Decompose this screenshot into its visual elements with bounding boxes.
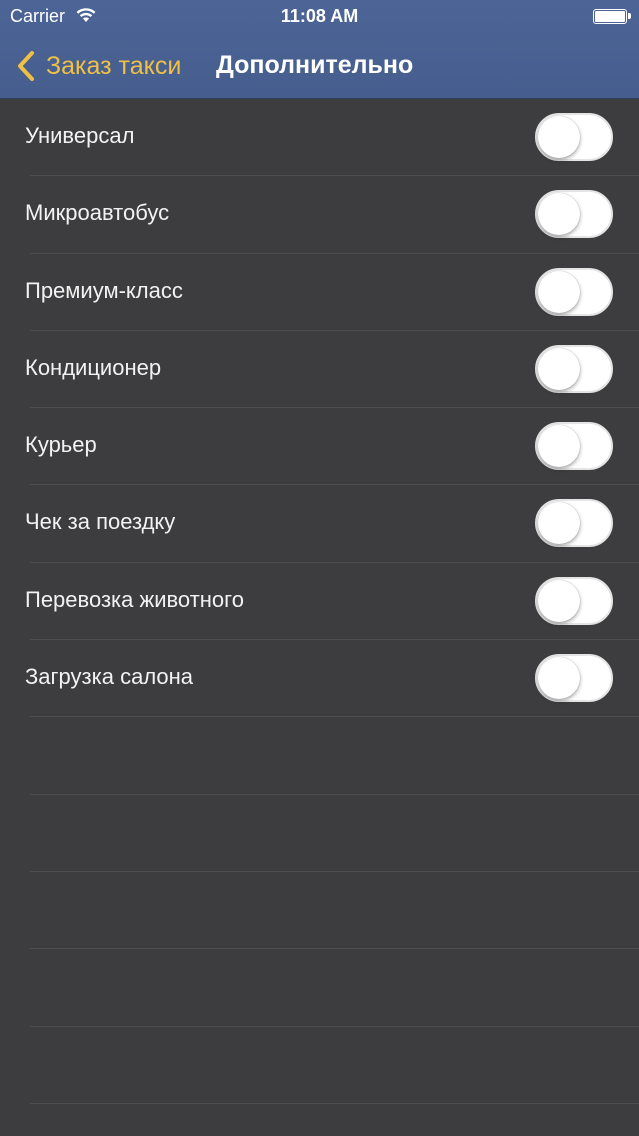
clock: 11:08 AM bbox=[280, 6, 359, 26]
option-label: Загрузка салона bbox=[25, 664, 194, 690]
options-list: Универсал Микроавтобус Премиум-класс Кон… bbox=[0, 99, 639, 1105]
empty-row bbox=[0, 949, 639, 1027]
nav-bar: Заказ такси Дополнительно bbox=[0, 34, 639, 98]
option-label: Чек за поездку bbox=[25, 509, 176, 535]
option-label: Микроавтобус bbox=[25, 200, 170, 226]
toggle-knob bbox=[538, 270, 580, 313]
header: Carrier 11:08 AM Заказ такси Дополнитель… bbox=[0, 0, 639, 99]
list-item-minibus: Микроавтобус bbox=[0, 176, 639, 254]
battery-icon bbox=[593, 9, 631, 24]
empty-row bbox=[0, 717, 639, 795]
option-label: Кондиционер bbox=[25, 354, 162, 380]
page-title: Дополнительно bbox=[216, 51, 414, 79]
list-item-cabin-loading: Загрузка салона bbox=[0, 640, 639, 718]
toggle-knob bbox=[538, 347, 580, 390]
toggle-knob bbox=[538, 425, 580, 468]
option-label: Перевозка животного bbox=[25, 586, 244, 612]
option-label: Универсал bbox=[25, 123, 135, 148]
list-item-pet-transport: Перевозка животного bbox=[0, 563, 639, 641]
back-button-label: Заказ такси bbox=[46, 51, 182, 80]
list-item-air-conditioner: Кондиционер bbox=[0, 331, 639, 409]
list-item-premium: Премиум-класс bbox=[0, 254, 639, 332]
pet-transport-toggle[interactable] bbox=[535, 576, 613, 625]
list-item-courier: Курьер bbox=[0, 408, 639, 486]
cabin-loading-toggle[interactable] bbox=[535, 654, 613, 703]
air-conditioner-toggle[interactable] bbox=[535, 344, 613, 393]
back-button[interactable]: Заказ такси bbox=[16, 48, 181, 84]
empty-row bbox=[0, 872, 639, 950]
toggle-knob bbox=[538, 657, 580, 700]
option-label: Курьер bbox=[25, 432, 97, 458]
option-label: Премиум-класс bbox=[25, 277, 183, 303]
status-bar: Carrier 11:08 AM bbox=[0, 0, 639, 34]
receipt-toggle[interactable] bbox=[535, 499, 613, 548]
empty-row bbox=[0, 1027, 639, 1105]
toggle-knob bbox=[538, 502, 580, 545]
minibus-toggle[interactable] bbox=[535, 190, 613, 239]
toggle-knob bbox=[538, 193, 580, 236]
premium-toggle[interactable] bbox=[535, 267, 613, 316]
universal-toggle[interactable] bbox=[535, 113, 613, 161]
list-item-receipt: Чек за поездку bbox=[0, 485, 639, 564]
courier-toggle[interactable] bbox=[535, 422, 613, 471]
list-item-universal: Универсал bbox=[0, 99, 639, 177]
empty-row bbox=[0, 795, 639, 873]
chevron-back-icon bbox=[18, 51, 34, 81]
toggle-knob bbox=[538, 116, 580, 158]
toggle-knob bbox=[538, 579, 580, 622]
